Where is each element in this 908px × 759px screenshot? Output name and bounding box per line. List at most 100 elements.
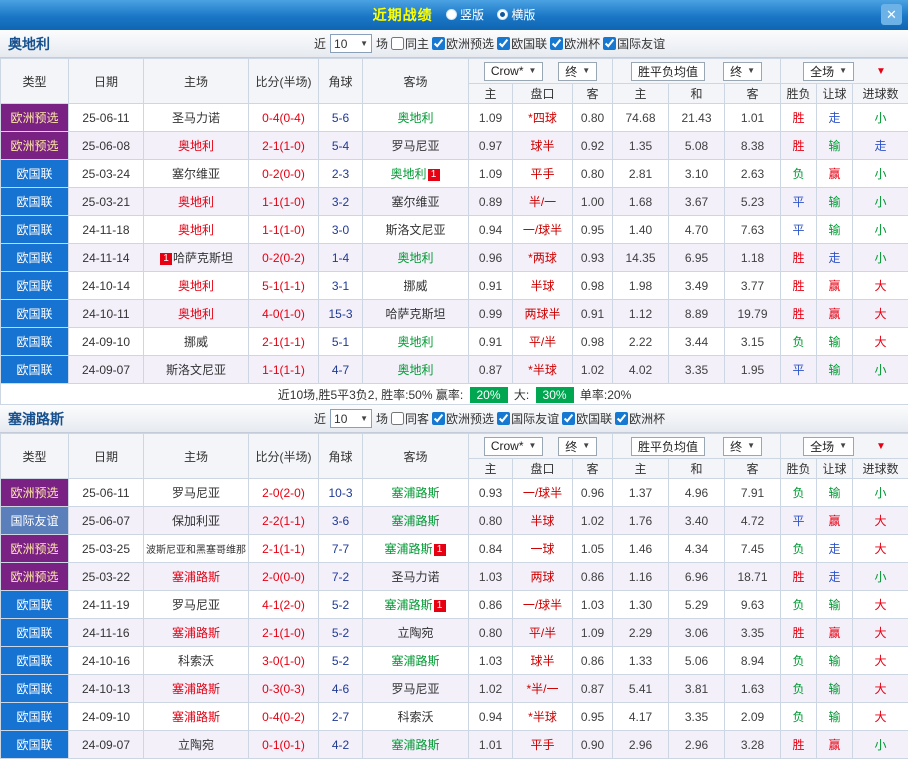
layout-radio-vertical[interactable]: 竖版 [446,6,484,23]
avg-label-box: 胜平负均值 [631,62,705,81]
avg-home: 1.37 [613,479,669,507]
odds-source-dropdown[interactable]: Crow*▼ [484,62,544,81]
avg-draw: 3.81 [669,675,725,703]
checkbox-input[interactable] [550,37,563,50]
home-odds: 0.96 [469,244,513,272]
result-outcome: 平 [781,216,817,244]
filter-near-label: 近 [314,410,326,427]
final-avg-dropdown[interactable]: 终▼ [723,62,762,81]
away-odds: 1.09 [573,619,613,647]
match-row: 欧洲预选25-03-25波斯尼亚和黑塞哥维那2-1(1-1)7-7塞浦路斯10.… [1,535,908,563]
dropdown-value: 终 [565,63,577,80]
home-team: 挪威 [144,328,249,356]
home-odds: 1.03 [469,647,513,675]
filter-checkbox[interactable]: 欧洲预选 [432,35,494,52]
match-score: 2-1(1-1) [249,535,319,563]
filter-checkbox[interactable]: 欧洲杯 [550,35,600,52]
odds-source-dropdown[interactable]: Crow*▼ [484,437,544,456]
column-subheader: 主 [613,459,669,479]
away-team: 哈萨克斯坦 [363,300,469,328]
checkbox-input[interactable] [562,412,575,425]
avg-home: 1.40 [613,216,669,244]
checkbox-input[interactable] [497,37,510,50]
column-subheader: 盘口 [513,84,573,104]
filter-checkbox[interactable]: 欧国联 [562,410,612,427]
checkbox-input[interactable] [603,37,616,50]
match-date: 25-03-21 [69,188,144,216]
rank-badge: 1 [434,600,446,612]
home-odds: 0.99 [469,300,513,328]
home-odds: 1.09 [469,104,513,132]
column-header: 角球 [319,59,363,104]
close-button[interactable]: ✕ [881,4,902,25]
handicap-line: *半球 [513,703,573,731]
checkbox-input[interactable] [497,412,510,425]
checkbox-label: 欧洲预选 [446,35,494,52]
column-subheader: 客 [725,459,781,479]
match-date: 24-10-16 [69,647,144,675]
result-handicap: 输 [817,328,853,356]
scope-dropdown[interactable]: 全场▼ [803,437,854,456]
filter-checkbox[interactable]: 同客 [391,410,429,427]
column-subheader: 客 [725,84,781,104]
final-odds-dropdown[interactable]: 终▼ [558,62,597,81]
final-avg-dropdown[interactable]: 终▼ [723,437,762,456]
away-team: 奥地利 [363,328,469,356]
avg-away: 5.23 [725,188,781,216]
column-subheader: 和 [669,84,725,104]
corner-score: 5-1 [319,328,363,356]
avg-draw: 3.44 [669,328,725,356]
away-odds: 1.00 [573,188,613,216]
checkbox-input[interactable] [432,37,445,50]
match-row: 欧国联24-09-07斯洛文尼亚1-1(1-1)4-7奥地利0.87*半球1.0… [1,356,908,384]
filter-checkbox[interactable]: 同主 [391,35,429,52]
avg-away: 1.95 [725,356,781,384]
scope-dropdown[interactable]: 全场▼ [803,62,854,81]
filter-checkbox[interactable]: 欧洲杯 [615,410,665,427]
avg-draw: 3.10 [669,160,725,188]
red-triangle-icon[interactable]: ▼ [876,66,886,77]
layout-radio-horizontal[interactable]: 横版 [497,6,535,23]
competition-type: 国际友谊 [1,507,69,535]
home-odds: 0.84 [469,535,513,563]
avg-home: 2.22 [613,328,669,356]
winrate-badge: 20% [470,387,508,403]
home-odds: 0.87 [469,356,513,384]
checkbox-input[interactable] [615,412,628,425]
home-odds: 0.89 [469,188,513,216]
checkbox-input[interactable] [391,37,404,50]
filter-checkbox[interactable]: 欧国联 [497,35,547,52]
match-score: 4-0(1-0) [249,300,319,328]
match-row: 欧洲预选25-03-22塞浦路斯2-0(0-0)7-2圣马力诺1.03两球0.8… [1,563,908,591]
away-odds: 0.93 [573,244,613,272]
dropdown-value: 全场 [810,63,834,80]
home-team: 科索沃 [144,647,249,675]
result-outcome: 负 [781,703,817,731]
checkbox-input[interactable] [432,412,445,425]
result-goals: 大 [853,328,908,356]
match-date: 24-09-10 [69,703,144,731]
match-score: 0-1(0-1) [249,731,319,759]
match-score: 2-2(1-1) [249,507,319,535]
match-date: 25-03-24 [69,160,144,188]
filter-checkbox[interactable]: 欧洲预选 [432,410,494,427]
result-goals: 小 [853,244,908,272]
result-outcome: 负 [781,479,817,507]
home-odds: 0.91 [469,328,513,356]
avg-home: 2.81 [613,160,669,188]
checkbox-input[interactable] [391,412,404,425]
final-odds-dropdown[interactable]: 终▼ [558,437,597,456]
filter-checkbox[interactable]: 国际友谊 [603,35,665,52]
match-count-dropdown[interactable]: 10▼ [330,34,372,53]
corner-score: 7-7 [319,535,363,563]
red-triangle-icon[interactable]: ▼ [876,441,886,452]
corner-score: 10-3 [319,479,363,507]
match-row: 欧洲预选25-06-08奥地利2-1(1-0)5-4罗马尼亚0.97球半0.92… [1,132,908,160]
filter-checkbox[interactable]: 国际友谊 [497,410,559,427]
match-row: 欧国联24-10-16科索沃3-0(1-0)5-2塞浦路斯1.03球半0.861… [1,647,908,675]
match-count-dropdown[interactable]: 10▼ [330,409,372,428]
team-name: 塞浦路斯 [0,409,314,429]
match-date: 25-06-07 [69,507,144,535]
match-score: 2-1(1-0) [249,619,319,647]
filter-games-label: 场 [376,35,388,52]
